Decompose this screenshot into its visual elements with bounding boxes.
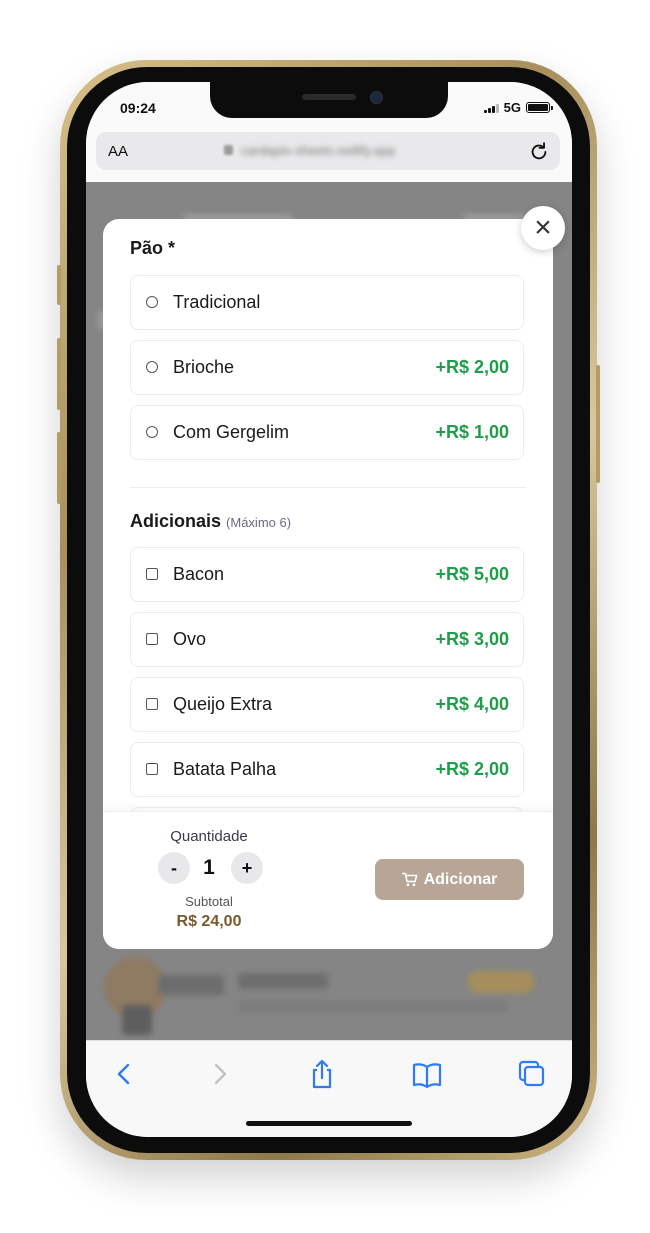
subtotal-label: Subtotal [185, 894, 233, 909]
battery-icon [526, 102, 553, 113]
option-label: Queijo Extra [173, 694, 273, 714]
checkbox[interactable] [146, 698, 158, 710]
option-tradicional[interactable]: Tradicional [130, 275, 524, 330]
option-price: +R$ 1,00 [435, 422, 509, 442]
phone-screen: 09:24 5G AA cardapio-sheets.netlify.app … [86, 82, 572, 1137]
checkbox[interactable] [146, 763, 158, 775]
decrement-button[interactable]: - [158, 852, 190, 884]
home-indicator [246, 1121, 412, 1126]
tabs-icon[interactable] [516, 1059, 548, 1089]
option-ovo[interactable]: Ovo +R$ 3,00 [130, 612, 524, 667]
radio-button[interactable] [146, 361, 158, 373]
background-item [98, 957, 568, 1037]
section-title-adicionais: Adicionais (Máximo 6) [130, 511, 291, 532]
volume-up-button [57, 338, 61, 410]
option-label: Bacon [173, 564, 225, 584]
checkbox[interactable] [146, 568, 158, 580]
option-queijo-extra[interactable]: Queijo Extra +R$ 4,00 [130, 677, 524, 732]
add-button-label: Adicionar [423, 870, 498, 888]
radio-button[interactable] [146, 296, 158, 308]
text-size-button[interactable]: AA [108, 143, 128, 160]
option-batata-palha[interactable]: Batata Palha +R$ 2,00 [130, 742, 524, 797]
lock-icon [224, 145, 233, 155]
power-button [596, 365, 600, 483]
radio-button[interactable] [146, 426, 158, 438]
option-price: +R$ 4,00 [435, 694, 509, 714]
browser-address-area: AA cardapio-sheets.netlify.app [86, 124, 572, 182]
notch [210, 82, 448, 118]
back-icon[interactable] [108, 1059, 140, 1089]
quantity-value: 1 [203, 856, 215, 879]
add-to-cart-button[interactable]: Adicionar [375, 859, 524, 900]
close-modal-button[interactable]: × [521, 206, 565, 250]
option-label: Ovo [173, 629, 207, 649]
network-label: 5G [503, 100, 521, 115]
cart-icon [401, 872, 418, 887]
option-label: Brioche [173, 357, 235, 377]
bookmarks-icon[interactable] [411, 1059, 443, 1089]
product-options-modal: Pão * Tradicional Brioche +R$ 2,00 Com G… [103, 219, 553, 949]
checkbox[interactable] [146, 633, 158, 645]
text-size-label: AA [108, 143, 129, 160]
option-com-gergelim[interactable]: Com Gergelim +R$ 1,00 [130, 405, 524, 460]
option-price: +R$ 2,00 [435, 357, 509, 377]
modal-footer: Quantidade - 1 + Subtotal R$ 24,00 Adici… [103, 811, 553, 949]
volume-down-button [57, 432, 61, 504]
camera [370, 91, 383, 104]
section-title-pao: Pão * [130, 238, 176, 258]
increment-button[interactable]: + [231, 852, 263, 884]
section-divider [130, 487, 526, 488]
url-text[interactable]: cardapio-sheets.netlify.app [241, 143, 395, 158]
quantity-label: Quantidade [170, 828, 248, 845]
subtotal-value: R$ 24,00 [176, 913, 242, 930]
option-price: +R$ 5,00 [435, 564, 509, 584]
forward-icon[interactable] [204, 1059, 236, 1089]
option-price: +R$ 2,00 [435, 759, 509, 779]
option-label: Com Gergelim [173, 422, 290, 442]
option-label: Tradicional [173, 292, 261, 312]
section-title-text: Adicionais [130, 511, 222, 531]
max-hint: (Máximo 6) [226, 515, 292, 530]
status-indicators: 5G [483, 100, 553, 115]
share-icon[interactable] [306, 1059, 338, 1089]
option-bacon[interactable]: Bacon +R$ 5,00 [130, 547, 524, 602]
address-bar[interactable]: AA cardapio-sheets.netlify.app [96, 132, 560, 170]
signal-icon [483, 103, 499, 113]
reload-icon[interactable] [528, 140, 550, 162]
option-brioche[interactable]: Brioche +R$ 2,00 [130, 340, 524, 395]
option-price: +R$ 3,00 [435, 629, 509, 649]
status-time: 09:24 [120, 100, 156, 116]
browser-toolbar [86, 1040, 572, 1137]
side-button [57, 265, 61, 305]
close-icon: × [534, 211, 552, 244]
option-label: Batata Palha [173, 759, 277, 779]
speaker [302, 94, 356, 100]
